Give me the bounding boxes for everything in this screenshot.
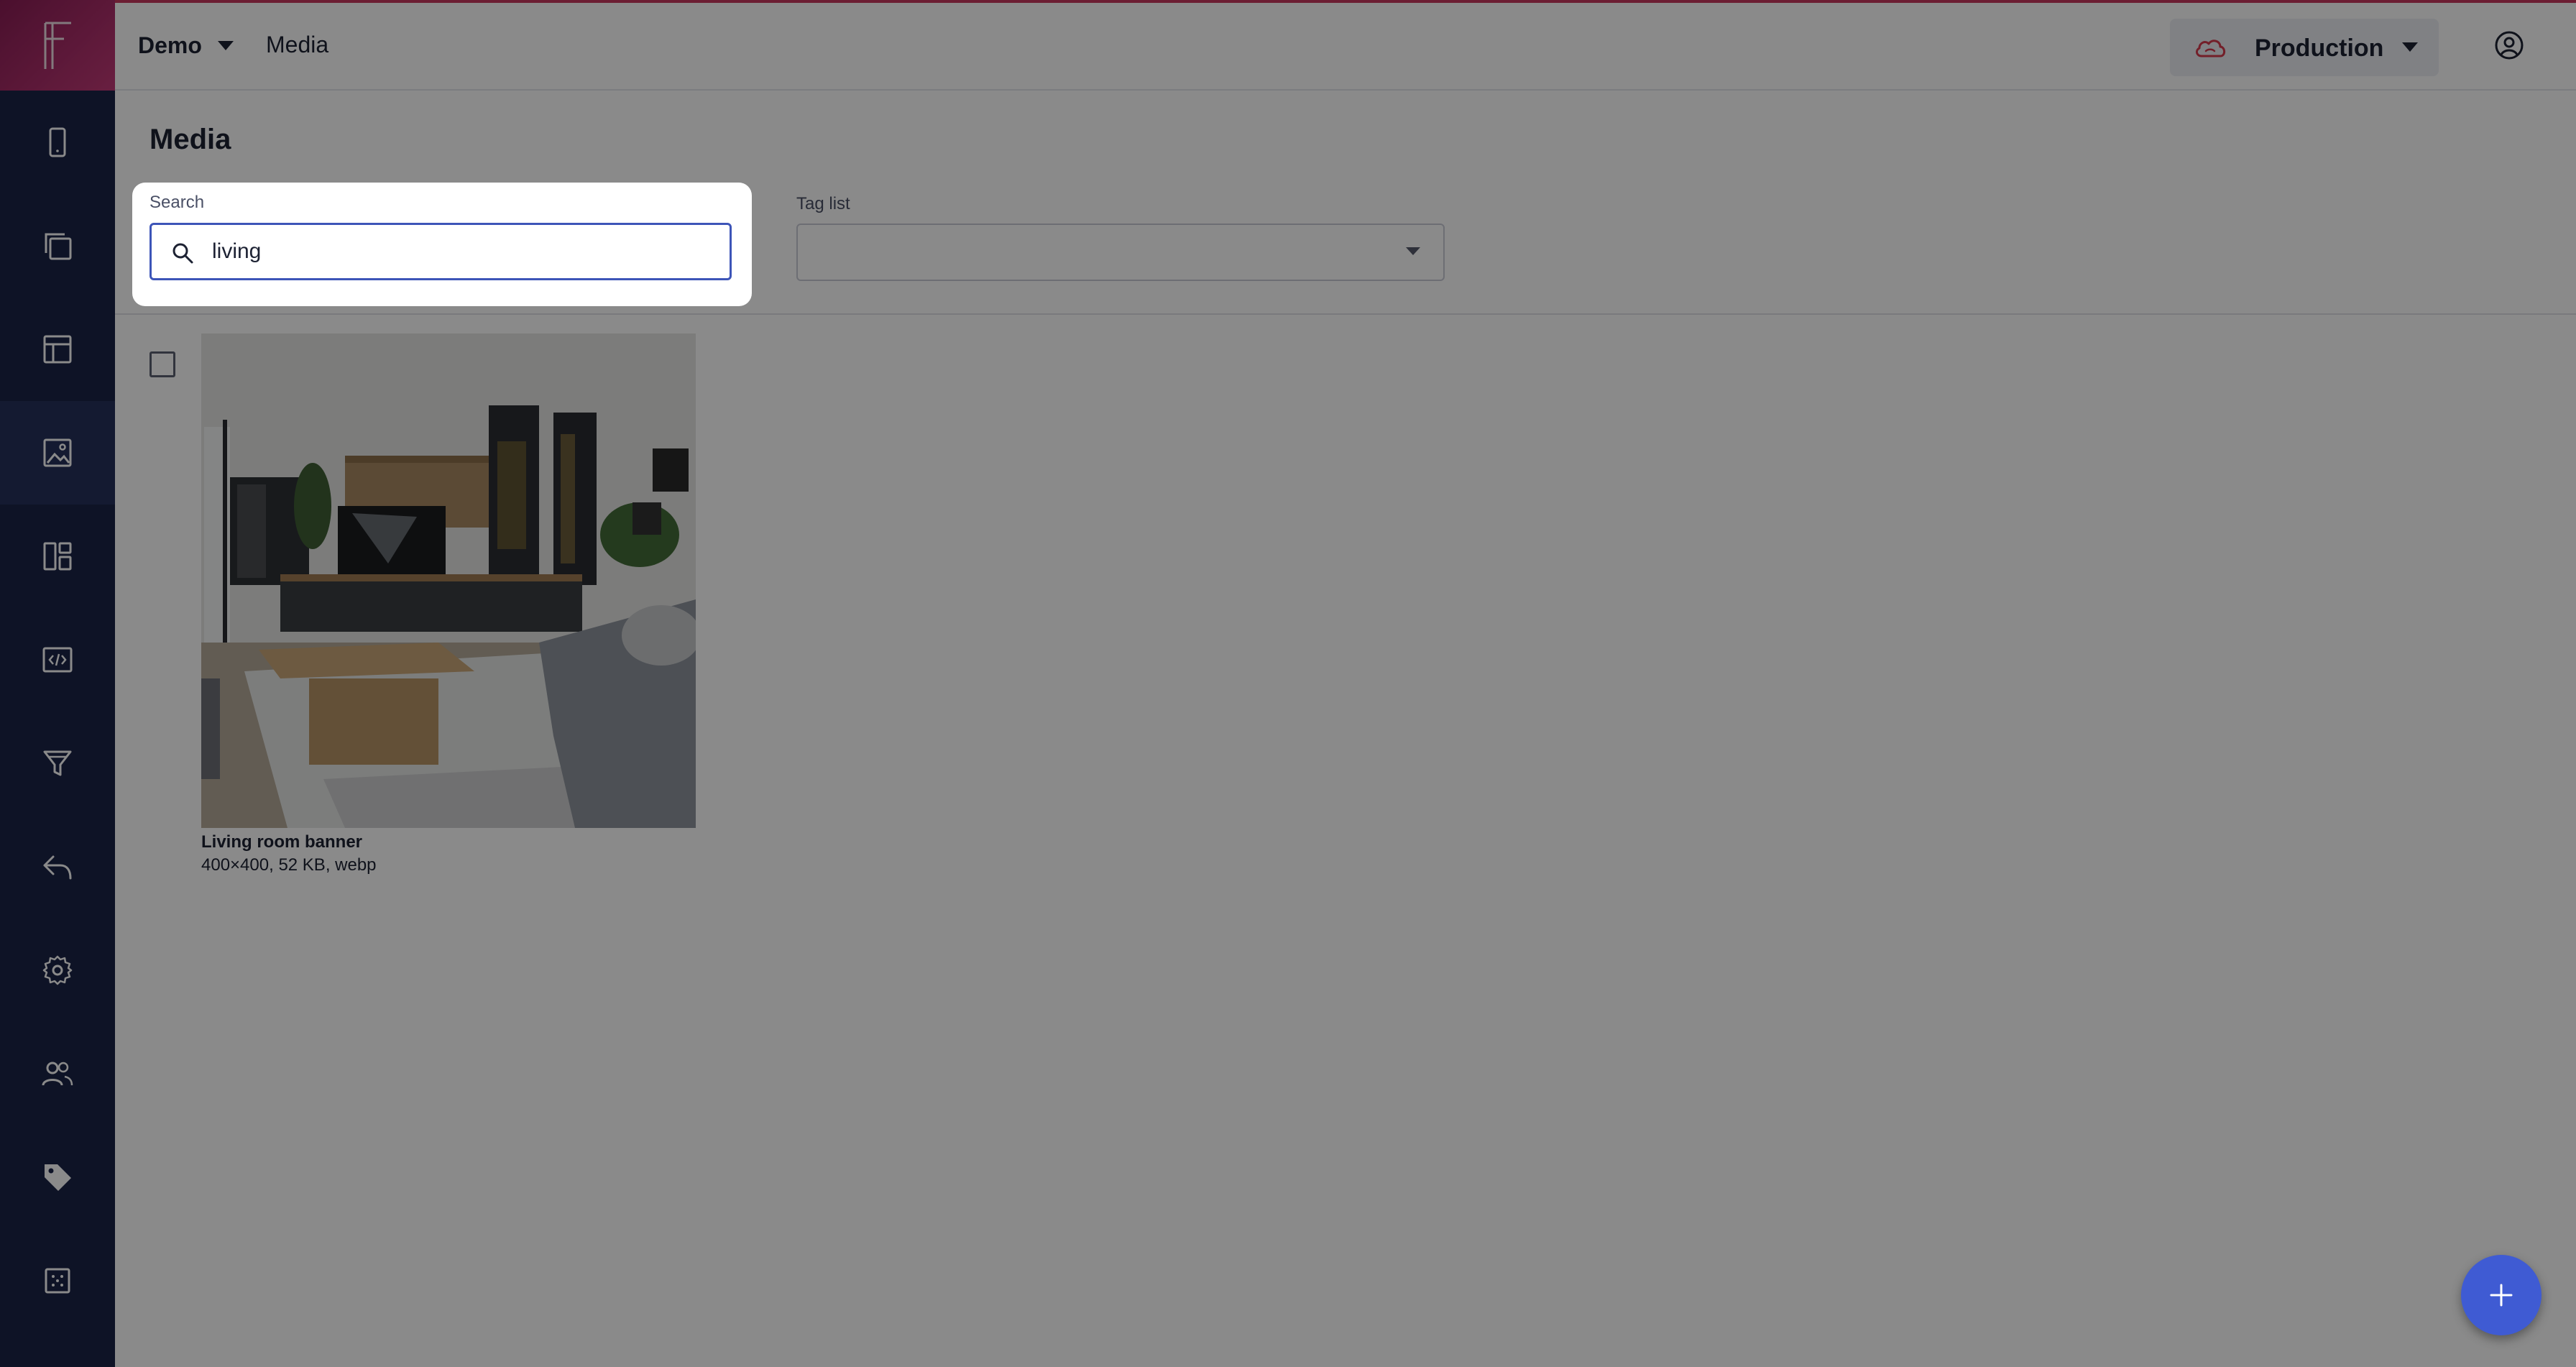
copy-pages-icon xyxy=(45,233,72,260)
reply-icon xyxy=(43,855,72,880)
sidebar-item-users[interactable] xyxy=(0,1022,115,1126)
search-input[interactable] xyxy=(212,235,715,268)
chevron-down-icon xyxy=(217,40,234,50)
sidebar xyxy=(0,0,115,1367)
living-room-image xyxy=(201,333,696,828)
app-logo[interactable] xyxy=(0,0,115,91)
media-thumbnail[interactable] xyxy=(201,333,696,828)
users-icon xyxy=(42,1062,73,1086)
sidebar-item-redirects[interactable] xyxy=(0,815,115,919)
image-icon xyxy=(43,438,72,467)
chevron-down-icon xyxy=(2402,42,2418,52)
add-media-button[interactable] xyxy=(2461,1255,2542,1335)
page-title: Media xyxy=(150,124,231,155)
layout-icon xyxy=(43,335,72,364)
app-root: Demo Media Production Media Tag list Liv… xyxy=(0,0,2576,1367)
sidebar-item-dashboard[interactable] xyxy=(0,505,115,608)
grid-icon xyxy=(45,1268,70,1294)
sidebar-item-tags[interactable] xyxy=(0,1126,115,1229)
sidebar-item-code[interactable] xyxy=(0,608,115,712)
account-icon[interactable] xyxy=(2491,27,2527,63)
sidebar-item-settings[interactable] xyxy=(0,919,115,1022)
project-name: Demo xyxy=(138,32,202,58)
tag-icon xyxy=(45,1164,71,1191)
dashboard-icon xyxy=(43,542,72,571)
top-accent-line xyxy=(115,0,2576,3)
tag-list-select[interactable] xyxy=(796,224,1445,281)
code-icon xyxy=(42,647,73,673)
search-panel: Search xyxy=(132,183,752,306)
filter-icon xyxy=(43,750,72,776)
gear-icon xyxy=(42,955,73,985)
logo-icon xyxy=(44,22,71,69)
mobile-icon xyxy=(49,127,66,157)
chevron-down-icon xyxy=(1406,247,1420,255)
sidebar-item-devices[interactable] xyxy=(0,91,115,194)
search-icon xyxy=(172,243,193,264)
environment-name: Production xyxy=(2255,34,2384,62)
environment-selector[interactable]: Production xyxy=(2170,19,2439,76)
filter-divider xyxy=(115,313,2576,315)
cloud-icon xyxy=(2195,40,2226,57)
media-title: Living room banner xyxy=(201,832,363,852)
media-select-checkbox[interactable] xyxy=(150,351,175,377)
search-label: Search xyxy=(150,193,205,212)
plus-icon xyxy=(2490,1284,2513,1307)
project-selector[interactable]: Demo xyxy=(138,27,234,63)
sidebar-item-media[interactable] xyxy=(0,401,115,505)
tag-list-label: Tag list xyxy=(796,194,850,213)
media-meta: 400×400, 52 KB, webp xyxy=(201,855,377,875)
sidebar-item-more[interactable] xyxy=(0,1229,115,1333)
breadcrumb[interactable]: Media xyxy=(266,32,328,58)
sidebar-item-layouts[interactable] xyxy=(0,298,115,401)
search-field[interactable] xyxy=(150,223,732,280)
sidebar-item-filters[interactable] xyxy=(0,712,115,815)
top-bar: Demo Media Production xyxy=(115,0,2576,91)
sidebar-item-pages[interactable] xyxy=(0,194,115,298)
